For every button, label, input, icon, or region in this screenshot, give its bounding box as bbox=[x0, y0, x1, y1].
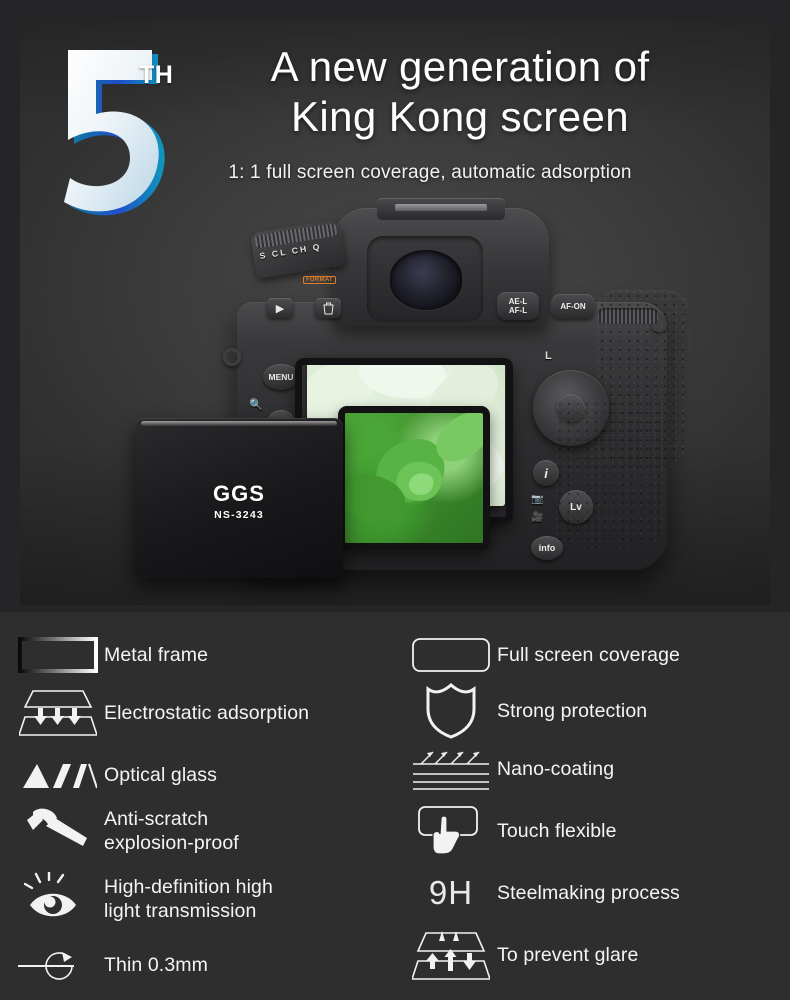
electrostatic-adsorption-icon bbox=[12, 685, 104, 741]
feature-label: Full screen coverage bbox=[497, 644, 681, 666]
ggs-model-number: NS-3243 bbox=[214, 509, 264, 521]
nano-coating-icon bbox=[405, 741, 497, 797]
anti-scratch-hammer-icon bbox=[12, 803, 104, 859]
feature-item-electrostatic-adsorption: Electrostatic adsorption bbox=[0, 682, 395, 744]
lock-label: L bbox=[545, 350, 552, 362]
thin-measure-icon bbox=[12, 937, 104, 993]
feature-item-touch-flexible: Touch flexible bbox=[393, 800, 788, 862]
lcd-image-protected bbox=[345, 413, 483, 543]
ggs-logo: GGS bbox=[213, 481, 265, 506]
ae-lock-line1: AE-L bbox=[508, 297, 528, 306]
feature-label: Metal frame bbox=[104, 644, 209, 666]
zoom-playback-icon: 🔍 bbox=[249, 399, 263, 411]
playback-icon: ▶ bbox=[275, 302, 285, 315]
feature-label: Touch flexible bbox=[497, 820, 617, 842]
drive-mode-dial[interactable]: S CL CH Q bbox=[249, 219, 347, 279]
feature-item-thin: Thin 0.3mm bbox=[0, 934, 395, 996]
feature-item-high-definition: High-definition high light transmission bbox=[0, 864, 395, 934]
prevent-glare-icon bbox=[405, 927, 497, 983]
feature-label: Steelmaking process bbox=[497, 882, 680, 904]
feature-item-metal-frame: Metal frame bbox=[0, 624, 395, 686]
hero-headline: A new generation of King Kong screen bbox=[180, 42, 740, 142]
headline-line-2: King Kong screen bbox=[291, 93, 629, 140]
command-wheel[interactable] bbox=[597, 308, 659, 324]
video-mode-icon: 🎥 bbox=[531, 512, 544, 523]
hero-subheadline: 1: 1 full screen coverage, automatic ads… bbox=[228, 162, 632, 183]
ae-lock-line2: AF-L bbox=[508, 306, 528, 315]
product-marketing-page: TH A new generation of King Kong screen … bbox=[0, 0, 790, 1000]
strap-lug-left bbox=[223, 348, 241, 366]
viewfinder-eyepiece-icon bbox=[390, 250, 462, 310]
touch-flexible-icon bbox=[405, 803, 497, 859]
optical-glass-icon bbox=[12, 747, 104, 803]
high-definition-eye-icon bbox=[12, 871, 104, 927]
features-column-right: Full screen coverage Strong protection N… bbox=[393, 612, 788, 1000]
feature-label: Thin 0.3mm bbox=[104, 954, 208, 976]
ae-af-lock-button[interactable]: AE-L AF-L bbox=[497, 292, 539, 320]
format-badge: FORMAT bbox=[303, 276, 337, 284]
af-on-label: AF-ON bbox=[560, 302, 586, 311]
full-screen-coverage-icon bbox=[405, 627, 497, 683]
photo-mode-icon: 📷 bbox=[531, 494, 544, 505]
feature-label: To prevent glare bbox=[497, 944, 639, 966]
feature-item-anti-scratch: Anti-scratch explosion-proof bbox=[0, 800, 395, 862]
anniversary-suffix: TH bbox=[139, 61, 174, 89]
ggs-product-box: GGS NS-3243 bbox=[135, 418, 343, 578]
info-lower-label: info bbox=[538, 543, 556, 553]
ae-af-lock-label: AE-L AF-L bbox=[509, 297, 528, 315]
headline-line-1: A new generation of bbox=[270, 43, 650, 90]
feature-item-full-screen-coverage: Full screen coverage bbox=[393, 624, 788, 686]
box-top-edge bbox=[141, 421, 337, 426]
feature-item-optical-glass: Optical glass bbox=[0, 744, 395, 806]
menu-button-label: MENU bbox=[268, 372, 294, 382]
camera-hotshoe bbox=[377, 198, 505, 220]
hardness-badge-label: 9H bbox=[428, 874, 474, 911]
ggs-brand-label: GGS NS-3243 bbox=[135, 481, 343, 522]
shield-protection-icon bbox=[405, 683, 497, 739]
features-column-left: Metal frame Electrostatic adsorption Opt… bbox=[0, 612, 395, 1000]
feature-item-steelmaking: 9H Steelmaking process bbox=[393, 862, 788, 924]
info-i-label: i bbox=[544, 465, 548, 481]
feature-label: Strong protection bbox=[497, 700, 648, 722]
feature-label: High-definition high light transmission bbox=[104, 876, 273, 922]
feature-item-prevent-glare: To prevent glare bbox=[393, 924, 788, 986]
feature-item-nano-coating: Nano-coating bbox=[393, 738, 788, 800]
metal-frame-icon bbox=[12, 627, 104, 683]
grip-texture bbox=[555, 398, 665, 548]
feature-item-strong-protection: Strong protection bbox=[393, 680, 788, 742]
af-on-button[interactable]: AF-ON bbox=[551, 294, 595, 319]
playback-button[interactable]: ▶ bbox=[267, 298, 293, 318]
menu-button[interactable]: MENU bbox=[263, 364, 299, 390]
feature-label: Anti-scratch explosion-proof bbox=[104, 808, 239, 854]
feature-label: Nano-coating bbox=[497, 758, 615, 780]
trash-icon bbox=[322, 302, 334, 314]
hero-banner: TH A new generation of King Kong screen … bbox=[20, 20, 770, 605]
hardness-9h-icon: 9H bbox=[405, 865, 497, 921]
delete-button[interactable] bbox=[315, 298, 341, 318]
screen-protector-inner-frame bbox=[338, 406, 490, 550]
feature-label: Electrostatic adsorption bbox=[104, 702, 310, 724]
feature-label: Optical glass bbox=[104, 764, 217, 786]
features-section: Metal frame Electrostatic adsorption Opt… bbox=[0, 612, 790, 1000]
